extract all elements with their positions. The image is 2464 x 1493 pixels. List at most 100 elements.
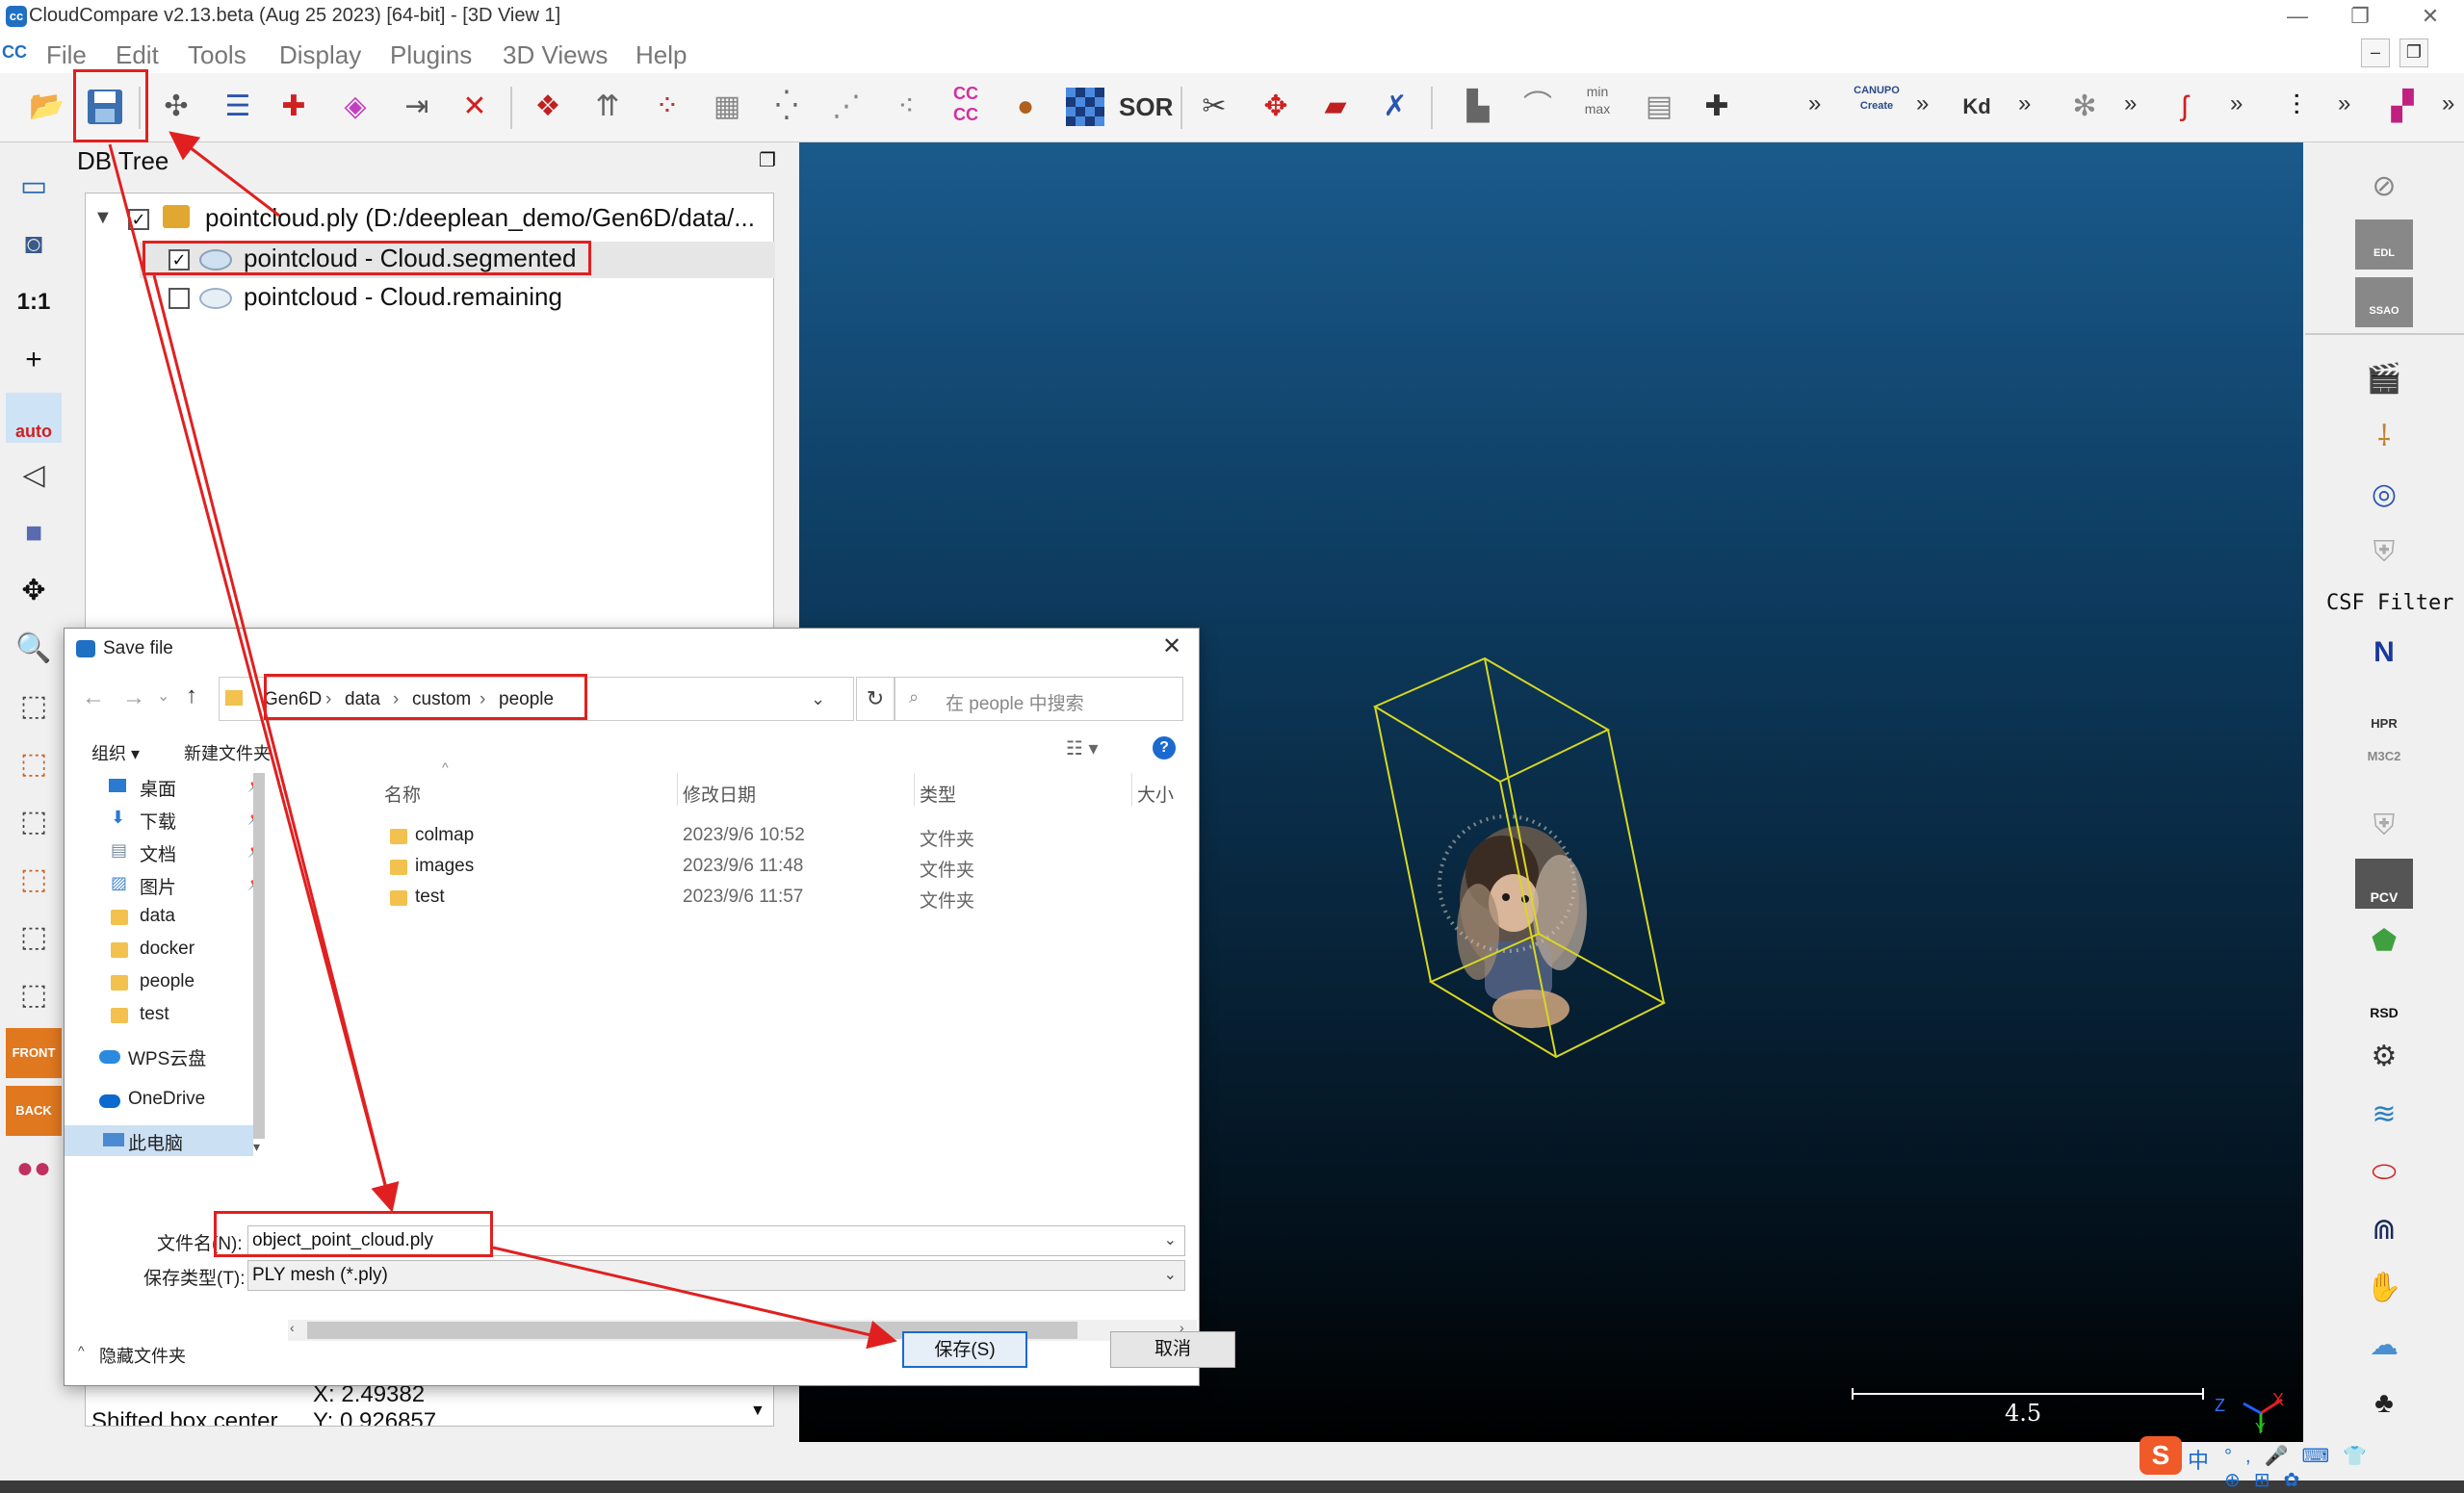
- nav-this-pc[interactable]: 此电脑: [128, 1129, 183, 1155]
- menu-file[interactable]: File: [46, 40, 87, 70]
- crosshair-icon[interactable]: ✚: [270, 83, 318, 131]
- rsd-icon[interactable]: RSD: [2355, 974, 2413, 1024]
- tray-icons[interactable]: °,🎤⌨👕⊕⊞✿: [2224, 1444, 2464, 1492]
- sample-icon[interactable]: ✣: [152, 83, 200, 131]
- save-button[interactable]: 保存(S): [902, 1331, 1027, 1368]
- subsample-icon[interactable]: ⁛: [763, 83, 811, 131]
- clapper-icon[interactable]: 🎬: [2355, 354, 2413, 404]
- nav-desktop[interactable]: 桌面: [140, 775, 176, 801]
- shield-icon[interactable]: ⛨: [2355, 801, 2413, 851]
- cc-icon[interactable]: CC CC: [942, 83, 990, 131]
- chevron-right-icon[interactable]: »: [2442, 90, 2454, 117]
- forward-icon[interactable]: →: [122, 684, 145, 711]
- auto-pivot-icon[interactable]: auto: [6, 393, 62, 443]
- nav-data[interactable]: data: [140, 906, 175, 927]
- mesh-icon[interactable]: ▦: [703, 83, 751, 131]
- tree-item-remaining[interactable]: pointcloud - Cloud.remaining: [244, 282, 562, 312]
- nav-wps-cloud[interactable]: WPS云盘: [128, 1044, 206, 1070]
- scatter2-icon[interactable]: ⁖: [882, 83, 930, 131]
- nav-pictures[interactable]: 图片: [140, 873, 176, 899]
- help-icon[interactable]: ?: [1153, 736, 1176, 759]
- trees-icon[interactable]: ♣: [2355, 1378, 2413, 1429]
- restore-button[interactable]: ❐: [2335, 0, 2385, 35]
- view-top-icon[interactable]: ⬚: [6, 682, 62, 732]
- nav-onedrive[interactable]: OneDrive: [128, 1089, 205, 1110]
- organize-button[interactable]: 组织 ▾: [91, 740, 140, 765]
- stereo-icon[interactable]: ●●: [6, 1144, 62, 1194]
- filetype-select[interactable]: PLY mesh (*.ply) ⌄: [247, 1260, 1185, 1291]
- search-box[interactable]: ⌕ 在 people 中搜索: [895, 677, 1183, 721]
- up-icon[interactable]: ↑: [186, 682, 197, 709]
- shield-icon[interactable]: ⛨: [2355, 528, 2413, 578]
- pcv-icon[interactable]: PCV: [2355, 859, 2413, 909]
- curve-icon[interactable]: ⌒: [1514, 83, 1562, 131]
- horizontal-scrollbar[interactable]: ‹ ›: [288, 1320, 1197, 1341]
- normals-icon[interactable]: ⇈: [584, 83, 632, 131]
- chevron-right-icon[interactable]: »: [1916, 90, 1929, 117]
- root-checkbox[interactable]: ✓: [128, 209, 149, 230]
- arch-icon[interactable]: ⋒: [2355, 1205, 2413, 1255]
- file-name[interactable]: test: [415, 887, 445, 908]
- tree-icon[interactable]: ⫶: [2272, 83, 2321, 131]
- mdi-restore-button[interactable]: ❐: [2399, 39, 2428, 67]
- polygon-icon[interactable]: ⬟: [2355, 916, 2413, 966]
- edl-icon[interactable]: EDL: [2355, 219, 2413, 270]
- cube-view-icon[interactable]: ■: [6, 508, 62, 558]
- chevron-right-icon[interactable]: »: [2338, 90, 2350, 117]
- view-iso-icon[interactable]: ⬚: [6, 970, 62, 1020]
- bunny-icon[interactable]: ●: [1001, 83, 1050, 131]
- hide-folders-toggle[interactable]: 隐藏文件夹: [99, 1343, 186, 1368]
- collapse-icon[interactable]: ^: [78, 1343, 85, 1358]
- merge-icon[interactable]: ❖: [524, 83, 572, 131]
- hpr-icon[interactable]: HPR: [2355, 685, 2413, 735]
- filename-dropdown-icon[interactable]: ⌄: [1164, 1226, 1177, 1255]
- nav-documents[interactable]: 文档: [140, 840, 176, 866]
- checker-icon[interactable]: [1061, 83, 1109, 131]
- hand-icon[interactable]: ✋: [2355, 1263, 2413, 1313]
- cancel-button[interactable]: 取消: [1110, 1331, 1235, 1368]
- csf-filter-label[interactable]: CSF Filter: [2326, 591, 2453, 615]
- color-icon[interactable]: ◈: [331, 83, 379, 131]
- view-options-icon[interactable]: ☷ ▾: [1066, 736, 1099, 760]
- menu-plugins[interactable]: Plugins: [390, 40, 472, 70]
- move-icon[interactable]: ✥: [6, 566, 62, 616]
- new-folder-button[interactable]: 新建文件夹: [184, 740, 271, 765]
- menu-edit[interactable]: Edit: [116, 40, 159, 70]
- dialog-close-icon[interactable]: ✕: [1162, 632, 1181, 660]
- nav-scroll-down-icon[interactable]: ▾: [253, 1139, 260, 1155]
- view-left-icon[interactable]: ⬚: [6, 797, 62, 847]
- front-view-icon[interactable]: FRONT: [6, 1028, 62, 1078]
- align-icon[interactable]: ✗: [1371, 83, 1419, 131]
- camera-icon[interactable]: ◙: [6, 219, 62, 270]
- nav-docker[interactable]: docker: [140, 939, 195, 960]
- compass-icon[interactable]: ◎: [2355, 470, 2413, 520]
- plane-icon[interactable]: ▰: [1311, 83, 1360, 131]
- scroll-down-icon[interactable]: ▼: [750, 1403, 765, 1420]
- file-name[interactable]: colmap: [415, 825, 474, 846]
- nav-people[interactable]: people: [140, 971, 195, 992]
- chevron-right-icon[interactable]: »: [2124, 90, 2137, 117]
- histogram-icon[interactable]: ▙: [1454, 83, 1502, 131]
- remaining-checkbox[interactable]: [169, 288, 190, 309]
- column-name[interactable]: 名称: [384, 781, 421, 807]
- gears-icon[interactable]: ⚙: [2355, 1032, 2413, 1082]
- chevron-right-icon[interactable]: »: [2018, 90, 2031, 117]
- scatter-icon[interactable]: ⋰: [822, 83, 870, 131]
- mdi-minimize-button[interactable]: –: [2361, 39, 2390, 67]
- north-icon[interactable]: N: [2355, 628, 2413, 678]
- sample-points-icon[interactable]: ⁘: [643, 83, 691, 131]
- nav-test[interactable]: test: [140, 1004, 169, 1025]
- menu-display[interactable]: Display: [279, 40, 361, 70]
- minmax-icon[interactable]: min max: [1573, 83, 1621, 131]
- color-scale-icon[interactable]: ▞: [2378, 83, 2426, 131]
- column-size[interactable]: 大小: [1137, 781, 1174, 807]
- canupo-icon[interactable]: CANUPO Create: [1853, 83, 1901, 131]
- address-dropdown-icon[interactable]: ⌄: [811, 689, 825, 709]
- view-right-icon[interactable]: ⬚: [6, 855, 62, 905]
- tree-root-label[interactable]: pointcloud.ply (D:/deeplean_demo/Gen6D/d…: [205, 203, 755, 233]
- ssao-icon[interactable]: SSAO: [2355, 277, 2413, 327]
- table-icon[interactable]: ▤: [1635, 83, 1683, 131]
- ime-mode-indicator[interactable]: 中: [2188, 1444, 2209, 1475]
- brush-icon[interactable]: ⸸: [2355, 412, 2413, 462]
- scroll-left-icon[interactable]: ‹: [290, 1320, 295, 1335]
